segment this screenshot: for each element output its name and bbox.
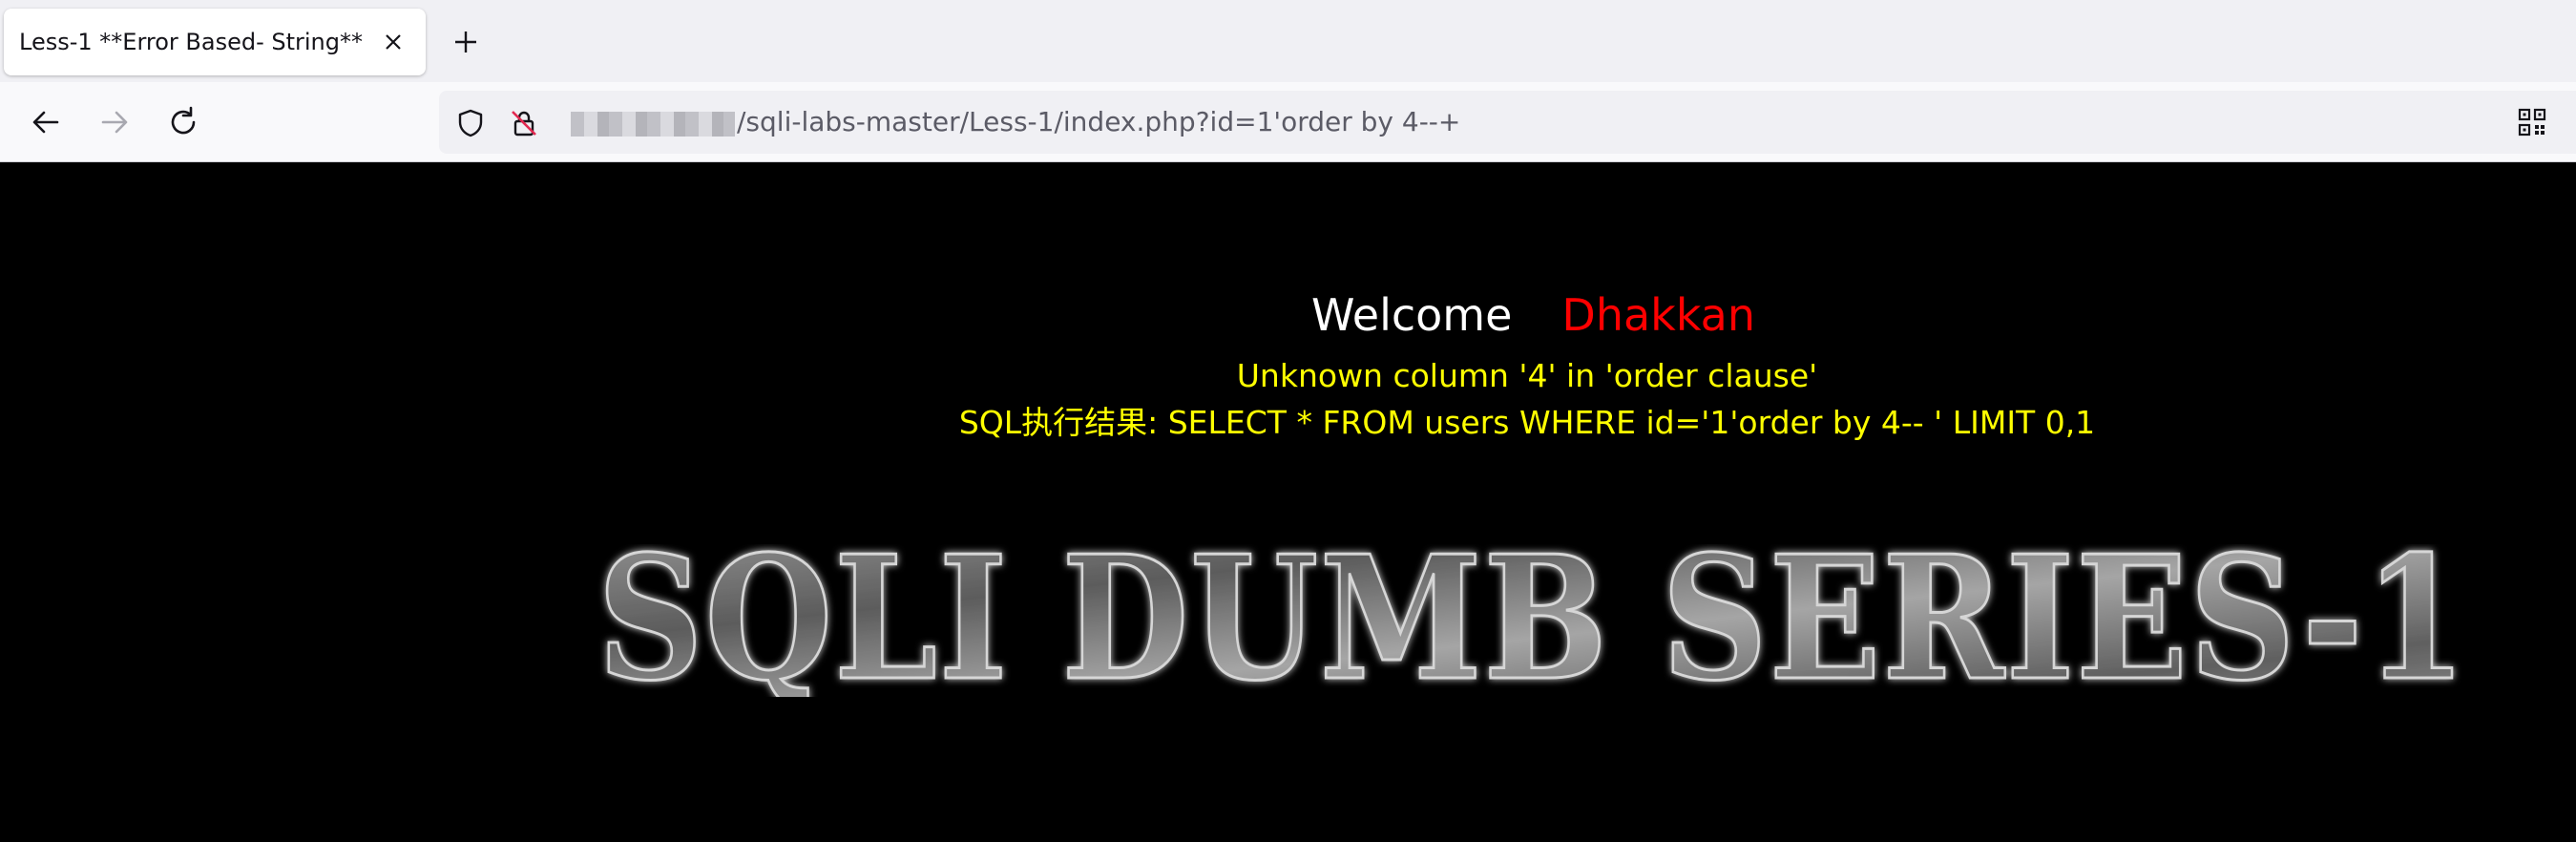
page-content: Welcome Dhakkan Unknown column '4' in 'or… — [0, 162, 2576, 842]
tab-active[interactable]: Less-1 **Error Based- String** — [4, 9, 426, 75]
url-host-redacted — [571, 112, 735, 137]
reload-icon[interactable] — [164, 103, 202, 141]
sql-query-result: SQL执行结果: SELECT * FROM users WHERE id='1… — [958, 404, 2096, 441]
browser-chrome: Less-1 **Error Based- String** /sqli-lab… — [0, 0, 2576, 162]
tab-bar: Less-1 **Error Based- String** — [0, 0, 2576, 82]
shield-icon[interactable] — [454, 107, 487, 139]
navigation-toolbar: /sqli-labs-master/Less-1/index.php?id=1'… — [0, 82, 2576, 162]
url-bar[interactable]: /sqli-labs-master/Less-1/index.php?id=1'… — [439, 91, 2576, 154]
close-icon[interactable] — [382, 31, 405, 53]
welcome-line: Welcome Dhakkan — [1311, 288, 1755, 342]
arrow-right-icon[interactable] — [95, 103, 134, 141]
series-banner: SQLI DUMB SERIES-1 — [597, 544, 2468, 697]
error-message: Unknown column '4' in 'order clause' — [1236, 357, 1818, 394]
url-text[interactable]: /sqli-labs-master/Less-1/index.php?id=1'… — [737, 91, 1460, 154]
plus-icon[interactable] — [449, 25, 483, 59]
banner-text: SQLI DUMB SERIES-1 — [597, 544, 2468, 697]
welcome-label: Welcome — [1311, 289, 1513, 341]
lock-slash-icon[interactable] — [508, 107, 540, 139]
arrow-left-icon[interactable] — [27, 103, 65, 141]
tab-title: Less-1 **Error Based- String** — [19, 29, 363, 55]
qr-code-icon[interactable] — [2516, 106, 2548, 138]
welcome-name: Dhakkan — [1561, 289, 1755, 341]
